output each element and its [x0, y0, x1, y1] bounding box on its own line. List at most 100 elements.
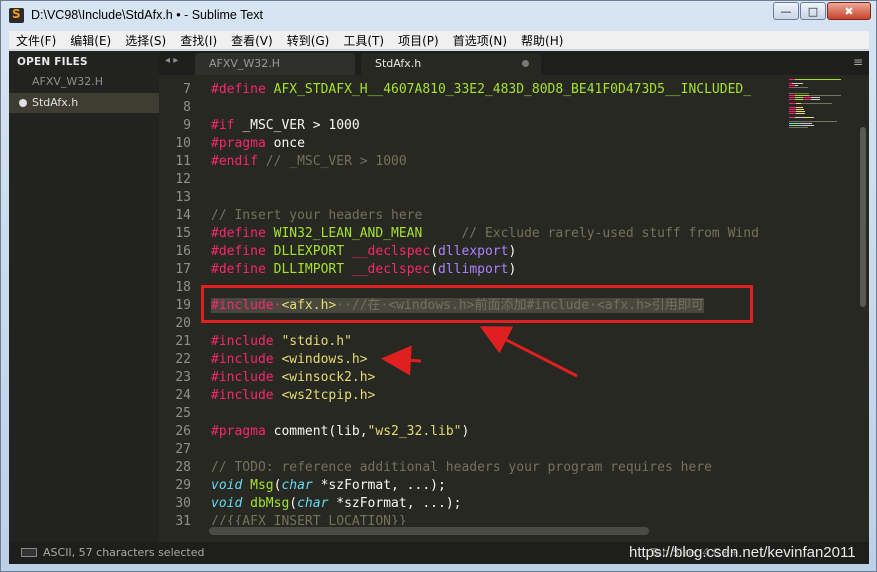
- minimize-button[interactable]: —: [773, 2, 799, 20]
- minimap-line: [813, 117, 814, 118]
- code-line[interactable]: void Msg(char *szFormat, ...);: [211, 477, 446, 495]
- status-text: ASCII, 57 characters selected: [43, 546, 205, 559]
- code-token: // _MSC_VER > 1000: [265, 154, 407, 169]
- code-token: (: [430, 262, 439, 277]
- code-line[interactable]: // Insert your headers here: [211, 207, 422, 225]
- panel-toggle-icon[interactable]: [21, 548, 37, 557]
- code-token: #define: [211, 262, 274, 277]
- tab-label: StdAfx.h: [375, 57, 422, 70]
- line-number: 29: [175, 478, 191, 493]
- line-number: 10: [175, 136, 191, 151]
- code-line[interactable]: //{{AFX_INSERT_LOCATION}}: [211, 513, 407, 525]
- code-line[interactable]: #define AFX_STDAFX_H__4607A810_33E2_483D…: [211, 81, 751, 99]
- minimap-line: [789, 121, 837, 122]
- minimap-line: [789, 107, 796, 108]
- code-token: #if: [211, 118, 243, 133]
- code-line[interactable]: #include "stdio.h": [211, 333, 352, 351]
- code-line[interactable]: #include <ws2tcpip.h>: [211, 387, 375, 405]
- code-token: *szFormat, ...);: [320, 478, 446, 493]
- minimap-line: [789, 111, 796, 112]
- code-token: #define: [211, 82, 274, 97]
- menu-item[interactable]: 首选项(N): [446, 32, 514, 49]
- code-token: _MSC_VER > 1000: [242, 118, 360, 133]
- minimap-line: [804, 117, 813, 118]
- menu-item[interactable]: 选择(S): [118, 32, 173, 49]
- code-line[interactable]: void dbMsg(char *szFormat, ...);: [211, 495, 461, 513]
- close-button[interactable]: ✖: [827, 2, 871, 20]
- line-number: 28: [175, 460, 191, 475]
- sidebar-file-label: AFXV_W32.H: [32, 75, 104, 88]
- minimap-line: [792, 83, 803, 84]
- minimap-line: [795, 79, 841, 80]
- code-token: // Insert your headers here: [211, 208, 423, 223]
- code-line[interactable]: #define WIN32_LEAN_AND_MEAN // Exclude r…: [211, 225, 759, 243]
- maximize-button[interactable]: □: [800, 2, 826, 20]
- code-line[interactable]: #if _MSC_VER > 1000: [211, 117, 360, 135]
- minimap-line: [795, 99, 802, 100]
- code-line[interactable]: #pragma comment(lib,"ws2_32.lib"): [211, 423, 469, 441]
- line-number: 19: [175, 298, 191, 313]
- code-token: char: [297, 496, 337, 511]
- menu-item[interactable]: 查看(V): [224, 32, 280, 49]
- code-token: //{{AFX_INSERT_LOCATION}}: [211, 514, 407, 525]
- vertical-scrollbar[interactable]: [857, 75, 869, 525]
- line-number: 25: [175, 406, 191, 421]
- line-number: 30: [175, 496, 191, 511]
- minimap-line: [812, 99, 819, 100]
- menu-item[interactable]: 查找(I): [173, 32, 224, 49]
- code-line[interactable]: #include <winsock2.h>: [211, 369, 375, 387]
- horizontal-scroll-thumb[interactable]: [209, 527, 649, 535]
- code-token: #endif: [211, 154, 266, 169]
- open-files-header: OPEN FILES: [17, 56, 88, 68]
- code-token: WIN32_LEAN_AND_MEAN: [273, 226, 423, 241]
- line-number-gutter: 7 8 9 10 11 12 13 14 15 16 17 18 19 20 21 22 23 24 25 26 27 2…: [159, 75, 201, 529]
- code-token: char: [281, 478, 321, 493]
- sidebar-file-afxv-w32[interactable]: AFXV_W32.H: [9, 72, 159, 92]
- menu-item[interactable]: 帮助(H): [514, 32, 570, 49]
- minimap-line: [795, 117, 804, 118]
- code-token: #define: [211, 226, 274, 241]
- vertical-scroll-thumb[interactable]: [860, 127, 866, 307]
- unsaved-dot-icon[interactable]: [522, 60, 529, 67]
- code-token: (: [430, 244, 439, 259]
- menu-item[interactable]: 文件(F): [9, 32, 63, 49]
- minimap-line: [802, 125, 814, 126]
- tab-stdafx[interactable]: StdAfx.h: [361, 53, 541, 75]
- sidebar: OPEN FILES AFXV_W32.H StdAfx.h: [9, 51, 159, 542]
- title-bar[interactable]: D:\VC98\Include\StdAfx.h • - Sublime Tex…: [1, 1, 876, 31]
- line-number: 23: [175, 370, 191, 385]
- code-token: // TODO: reference additional headers yo…: [211, 460, 712, 475]
- line-number: 13: [175, 190, 191, 205]
- unsaved-dot-icon: [19, 99, 27, 107]
- menu-item[interactable]: 编辑(E): [63, 32, 118, 49]
- code-token: #pragma: [211, 424, 274, 439]
- menu-item[interactable]: 工具(T): [336, 32, 391, 49]
- code-line[interactable]: #define DLLIMPORT __declspec(dllimport): [211, 261, 516, 279]
- code-token: dbMsg: [250, 496, 290, 511]
- code-line[interactable]: #include <windows.h>: [211, 351, 368, 369]
- line-number: 14: [175, 208, 191, 223]
- minimap[interactable]: [787, 75, 857, 525]
- minimap-line: [801, 103, 832, 104]
- sidebar-file-stdafx[interactable]: StdAfx.h: [9, 93, 159, 113]
- line-number: 27: [175, 442, 191, 457]
- code-token: <winsock2.h>: [281, 370, 376, 385]
- code-token: // Exclude rarely-used stuff from Wind: [422, 226, 759, 241]
- line-number: 18: [175, 280, 191, 295]
- menu-item[interactable]: 项目(P): [391, 32, 446, 49]
- code-line[interactable]: #define DLLEXPORT __declspec(dllexport): [211, 243, 516, 261]
- tab-nav-arrows-icon[interactable]: ◂ ▸: [165, 55, 178, 66]
- code-line[interactable]: #pragma once: [211, 135, 305, 153]
- minimap-line: [795, 95, 809, 96]
- code-token: (: [289, 496, 298, 511]
- code-line[interactable]: // TODO: reference additional headers yo…: [211, 459, 712, 477]
- minimap-line: [789, 127, 808, 128]
- menu-item[interactable]: 转到(G): [280, 32, 337, 49]
- line-number: 21: [175, 334, 191, 349]
- minimap-line: [819, 99, 820, 100]
- minimap-line: [809, 95, 841, 96]
- tab-menu-icon[interactable]: ≡: [853, 55, 863, 69]
- tab-afxv-w32[interactable]: AFXV_W32.H: [195, 53, 355, 75]
- code-line[interactable]: #endif // _MSC_VER > 1000: [211, 153, 407, 171]
